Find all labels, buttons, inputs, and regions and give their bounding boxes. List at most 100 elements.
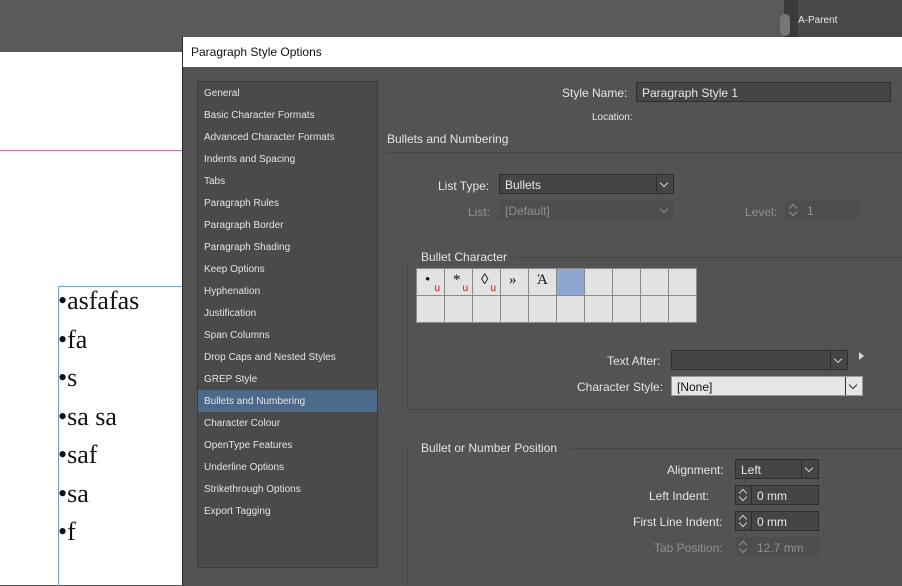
category-label: Advanced Character Formats — [204, 132, 335, 143]
text-line[interactable]: •sa sa — [58, 398, 139, 437]
margin-guide — [0, 150, 182, 151]
empty-glyph-cell[interactable] — [529, 296, 556, 322]
category-item-hyphenation[interactable]: Hyphenation — [198, 280, 377, 302]
character-style-dropdown[interactable]: [None] — [671, 376, 863, 396]
bullet-glyph-cell[interactable]: ◊ u — [473, 269, 500, 295]
category-label: Span Columns — [204, 330, 270, 341]
special-characters-arrow-icon[interactable] — [859, 352, 864, 360]
text-line[interactable]: •saf — [58, 436, 139, 475]
bullet-glyph-cell[interactable]: Ά — [529, 269, 556, 295]
category-item-paragraph-shading[interactable]: Paragraph Shading — [198, 236, 377, 258]
empty-glyph-cell[interactable] — [585, 296, 612, 322]
category-label: Tabs — [204, 176, 226, 187]
empty-glyph-cell[interactable] — [557, 296, 584, 322]
style-name-input[interactable]: Paragraph Style 1 — [636, 82, 891, 102]
category-label: Keep Options — [204, 264, 265, 275]
category-item-tabs[interactable]: Tabs — [198, 170, 377, 192]
chevron-down-icon — [801, 460, 818, 478]
category-item-drop-caps-and-nested-styles[interactable]: Drop Caps and Nested Styles — [198, 346, 377, 368]
empty-glyph-cell[interactable] — [585, 269, 612, 295]
alignment-label: Alignment: — [667, 463, 724, 477]
list-dropdown[interactable]: [Default] — [499, 200, 674, 220]
category-label: Indents and Spacing — [204, 154, 296, 165]
empty-glyph-cell[interactable] — [417, 296, 444, 322]
empty-glyph-cell[interactable] — [669, 269, 696, 295]
text-line[interactable]: •f — [58, 513, 139, 552]
category-label: Character Colour — [204, 418, 281, 429]
level-label: Level: — [745, 205, 778, 219]
group-divider — [513, 257, 902, 258]
left-indent-stepper[interactable]: 0 mm — [735, 485, 819, 505]
category-label: Basic Character Formats — [204, 110, 315, 121]
category-label: OpenType Features — [204, 440, 293, 451]
text-line[interactable]: •fa — [58, 321, 139, 360]
text-line[interactable]: •sa — [58, 475, 139, 514]
empty-glyph-cell[interactable] — [613, 296, 640, 322]
first-line-indent-stepper[interactable]: 0 mm — [735, 511, 819, 531]
paragraph-style-options-dialog: Paragraph Style Options General Basic Cha… — [182, 37, 902, 585]
panel-scrollbar[interactable] — [780, 0, 798, 40]
text-after-input[interactable] — [671, 350, 848, 370]
category-item-span-columns[interactable]: Span Columns — [198, 324, 377, 346]
dialog-title: Paragraph Style Options — [191, 45, 322, 59]
bullet-glyph-cell[interactable]: • u — [417, 269, 444, 295]
left-indent-label: Left Indent: — [649, 489, 710, 503]
category-item-character-colour[interactable]: Character Colour — [198, 412, 377, 434]
empty-glyph-cell[interactable] — [641, 296, 668, 322]
empty-glyph-cell[interactable] — [669, 296, 696, 322]
category-label: Paragraph Border — [204, 220, 284, 231]
category-label: Drop Caps and Nested Styles — [204, 352, 336, 363]
category-item-export-tagging[interactable]: Export Tagging — [198, 500, 377, 522]
category-label: Justification — [204, 308, 257, 319]
category-item-basic-character-formats[interactable]: Basic Character Formats — [198, 104, 377, 126]
category-item-bullets-and-numbering[interactable]: Bullets and Numbering — [198, 390, 377, 412]
empty-glyph-cell[interactable] — [501, 296, 528, 322]
bullet-glyph-cell[interactable]: * u — [445, 269, 472, 295]
empty-glyph-cell[interactable] — [641, 269, 668, 295]
font-remembered-mark: u — [490, 283, 496, 294]
empty-glyph-cell[interactable] — [445, 296, 472, 322]
parent-page-label[interactable]: A-Parent — [798, 15, 837, 26]
stepper-arrows-icon[interactable] — [736, 512, 752, 530]
tab-position-stepper[interactable]: 12.7 mm — [735, 537, 819, 557]
list-type-dropdown[interactable]: Bullets — [499, 174, 674, 194]
category-item-paragraph-rules[interactable]: Paragraph Rules — [198, 192, 377, 214]
category-item-general[interactable]: General — [198, 82, 377, 104]
category-item-underline-options[interactable]: Underline Options — [198, 456, 377, 478]
category-item-keep-options[interactable]: Keep Options — [198, 258, 377, 280]
stepper-arrows-icon[interactable] — [786, 201, 801, 219]
category-label: Paragraph Shading — [204, 242, 291, 253]
position-title: Bullet or Number Position — [421, 441, 558, 455]
category-label: Underline Options — [204, 462, 285, 473]
stepper-arrows-icon[interactable] — [736, 486, 752, 504]
bullet-character-grid: • u * u ◊ u» Ά — [416, 268, 697, 323]
text-line[interactable]: •asfafas — [58, 282, 139, 321]
category-item-paragraph-border[interactable]: Paragraph Border — [198, 214, 377, 236]
document-text[interactable]: •asfafas •fa •s •sa sa •saf •sa •f — [58, 282, 139, 552]
bullet-glyph: » — [509, 272, 517, 288]
bullet-glyph: ◊ — [481, 272, 489, 288]
category-item-advanced-character-formats[interactable]: Advanced Character Formats — [198, 126, 377, 148]
font-remembered-mark: u — [434, 283, 440, 294]
scrollbar-thumb[interactable] — [780, 14, 790, 36]
dialog-titlebar[interactable]: Paragraph Style Options — [183, 37, 902, 67]
category-item-grep-style[interactable]: GREP Style — [198, 368, 377, 390]
category-item-strikethrough-options[interactable]: Strikethrough Options — [198, 478, 377, 500]
chevron-down-icon[interactable] — [830, 351, 847, 369]
category-item-opentype-features[interactable]: OpenType Features — [198, 434, 377, 456]
bullet-glyph: * — [453, 272, 461, 288]
empty-glyph-cell[interactable] — [557, 269, 584, 295]
stepper-arrows-icon[interactable] — [736, 538, 751, 556]
bullet-glyph-cell[interactable]: » — [501, 269, 528, 295]
category-item-justification[interactable]: Justification — [198, 302, 377, 324]
category-item-indents-and-spacing[interactable]: Indents and Spacing — [198, 148, 377, 170]
section-divider — [387, 152, 902, 153]
category-label: General — [204, 88, 240, 99]
empty-glyph-cell[interactable] — [613, 269, 640, 295]
level-stepper[interactable]: 1 — [785, 200, 859, 220]
empty-glyph-cell[interactable] — [473, 296, 500, 322]
bullet-character-title: Bullet Character — [421, 250, 508, 264]
alignment-dropdown[interactable]: Left — [735, 459, 819, 479]
text-line[interactable]: •s — [58, 359, 139, 398]
list-label: List: — [468, 205, 491, 219]
